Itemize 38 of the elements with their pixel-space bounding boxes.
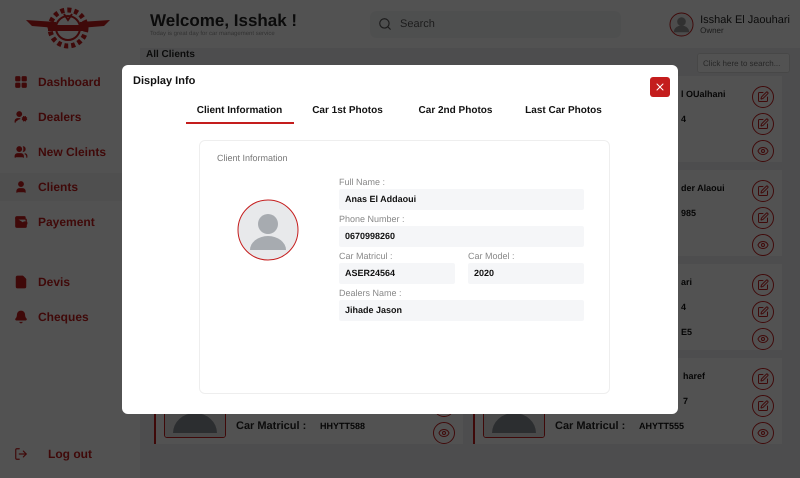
field-label: Car Model : xyxy=(468,250,516,262)
welcome-title: Welcome, Isshak ! xyxy=(150,11,298,30)
nav-item[interactable]: Payement xyxy=(0,208,140,236)
field-label: Phone Number : xyxy=(339,212,406,226)
field-value: HHYTT588 xyxy=(320,420,366,431)
tab[interactable]: Client Information xyxy=(186,100,294,124)
user-name: Isshak El Jaouhari xyxy=(700,14,790,26)
field-value: E5 xyxy=(681,326,692,337)
clients-title: All Clients xyxy=(146,49,195,60)
nav-item[interactable]: Dealers xyxy=(0,103,140,131)
nav-item[interactable]: New Cleints xyxy=(0,138,140,166)
field-value: 7 xyxy=(683,396,688,406)
field-label: Car Matricul : xyxy=(339,250,394,262)
field-value: der Alaoui xyxy=(681,183,725,194)
panel-title: Client Information xyxy=(217,152,289,162)
field-value: l OUalhani xyxy=(681,89,726,100)
field-label: Car Matricul : xyxy=(236,420,308,432)
tab[interactable]: Car 2nd Photos xyxy=(402,100,510,124)
nav-item[interactable]: Devis xyxy=(0,268,140,296)
field-label: Car Matricul : xyxy=(555,420,626,432)
logout-button[interactable]: Log out xyxy=(0,440,140,468)
field-value: 985 xyxy=(681,208,696,218)
tab[interactable]: Car 1st Photos xyxy=(294,100,402,124)
input-field[interactable]: 2020 xyxy=(468,262,584,284)
field-value: haref xyxy=(683,371,706,382)
dialog-title: Display Info xyxy=(133,74,196,86)
field-label: Dealers Name : xyxy=(339,286,403,300)
tab[interactable]: Last Car Photos xyxy=(510,100,618,124)
input-field[interactable]: Anas El Addaoui xyxy=(339,188,584,210)
nav-item[interactable]: Cheques xyxy=(0,303,140,331)
field-value: ari xyxy=(681,277,692,288)
field-value: 4 xyxy=(681,302,686,312)
input-field[interactable]: Jihade Jason xyxy=(339,300,584,320)
input-field[interactable]: 0670998260 xyxy=(339,226,584,246)
field-value: AHYTT555 xyxy=(639,420,684,431)
field-value: 4 xyxy=(681,114,686,124)
field-label: Full Name : xyxy=(339,176,386,188)
input-field[interactable]: ASER24564 xyxy=(339,262,455,284)
